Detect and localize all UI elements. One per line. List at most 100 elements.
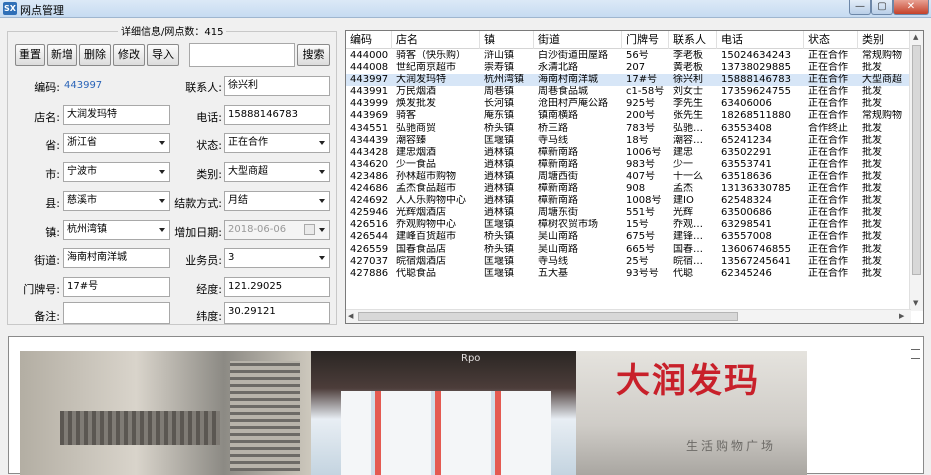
table-cell: 1006号: [626, 146, 662, 158]
table-cell: 正在合作: [808, 50, 848, 61]
table-cell: 骑客（快乐购）: [396, 50, 466, 61]
remark-input[interactable]: [63, 302, 170, 324]
search-button[interactable]: 搜索: [297, 44, 330, 66]
table-cell: 潮容臻: [396, 134, 426, 146]
column-header[interactable]: 状态: [804, 31, 858, 49]
table-cell: 正在合作: [808, 74, 848, 86]
table-cell: 皖宿…: [673, 255, 703, 267]
scroll-down-icon[interactable]: ▼: [913, 299, 918, 307]
door-input[interactable]: 17#号: [63, 277, 170, 297]
table-cell: 200号: [626, 110, 656, 122]
column-header[interactable]: 店名: [392, 31, 480, 49]
county-select[interactable]: 慈溪市: [63, 191, 170, 211]
city-select[interactable]: 宁波市: [63, 162, 170, 182]
name-input[interactable]: 大润发玛特: [63, 105, 170, 125]
table-cell: 樟新南路: [538, 158, 578, 170]
table-row[interactable]: 444008 世纪南京超市 崇寿镇 永清北路 207 黄老板 13738029885 正在合作…: [346, 62, 911, 74]
table-cell: 63553408: [721, 122, 772, 134]
reset-button[interactable]: 重置: [15, 44, 45, 66]
maximize-button[interactable]: ▢: [871, 0, 893, 15]
scroll-left-icon[interactable]: ◀: [348, 312, 353, 320]
table-row[interactable]: 427886 代聪食品 匡堰镇 五大基 93号号 代聪 62345246 正在合作 批发: [346, 268, 911, 280]
close-button[interactable]: ✕: [893, 0, 929, 15]
column-header[interactable]: 门牌号: [622, 31, 669, 49]
table-cell: 443428: [350, 146, 389, 158]
column-header[interactable]: 联系人: [669, 31, 717, 49]
table-cell: 国春…: [673, 243, 703, 255]
table-cell: 443991: [350, 86, 389, 98]
table-cell: 弘驰…: [673, 122, 703, 134]
table-row[interactable]: 434551 弘驰商贸 桥头镇 桥三路 783号 弘驰… 63553408 合作终止 批发: [346, 123, 911, 135]
table-cell: 黄老板: [673, 62, 703, 74]
table-cell: 大润发玛特: [396, 74, 446, 86]
shop-table[interactable]: 编码 店名镇街道 门牌号 联系人 电话 状态 类别 444000 骑客（快乐购） 浒山镇 白沙街道…: [345, 30, 924, 324]
scroll-up-icon[interactable]: ▲: [913, 33, 918, 41]
column-header[interactable]: 街道: [534, 31, 622, 49]
table-row[interactable]: 443969 骑客 庵东镇 镇南横路 200号 张先生 18268511880 正在合作 常规购…: [346, 110, 911, 122]
vertical-scrollbar[interactable]: ▲ ▼: [909, 31, 923, 311]
table-cell: 908: [626, 183, 646, 195]
code-label: 编码:: [34, 81, 60, 94]
table-row[interactable]: 426544 建峰百货超市 桥头镇 吴山南路 675号 建锋… 63557008 正在合作 批发: [346, 231, 911, 243]
table-row[interactable]: 423486 孙林超市购物 逍林镇 周塘西街 407号 十一么 63518636 正在合作 批发: [346, 171, 911, 183]
column-header[interactable]: 电话: [717, 31, 804, 49]
table-cell: 18268511880: [721, 110, 791, 122]
table-row[interactable]: 434439 潮容臻 匡堰镇 寺马线 18号 潮容… 65241234 正在合作 批发: [346, 135, 911, 147]
table-row[interactable]: 434620 少一食品 逍林镇 樟新南路 983号 少一 63553741 正在合作 批发: [346, 159, 911, 171]
category-select[interactable]: 大型商超: [224, 162, 330, 182]
table-cell: 樟新南路: [538, 195, 578, 207]
table-cell: 17#号: [626, 74, 658, 86]
table-row[interactable]: 426516 乔观购物中心 匡堰镇 樟树农贸市场 15号 乔观… 63298541 正在合作批…: [346, 219, 911, 231]
chevron-down-icon: [159, 141, 165, 145]
table-row[interactable]: 443428 建忠烟酒 逍林镇 樟新南路 1006号 建忠 63502291 正在合作 批发: [346, 147, 911, 159]
city-value: 宁波市: [67, 166, 97, 177]
menu-icon[interactable]: [911, 349, 920, 359]
salesman-label: 业务员:: [185, 254, 222, 267]
table-row[interactable]: 424686 孟杰食品超市 逍林镇 樟新南路 908 孟杰 13136330785 正在合作批…: [346, 183, 911, 195]
scroll-right-icon[interactable]: ▶: [899, 312, 904, 320]
table-row[interactable]: 443991 万民烟酒 周巷镇 周巷食品城 c1-58号 刘女士 17359624755 正在…: [346, 86, 911, 98]
street-input[interactable]: 海南村南洋城: [63, 248, 170, 268]
town-select[interactable]: 杭州湾镇: [63, 220, 170, 240]
minimize-button[interactable]: —: [849, 0, 871, 15]
horizontal-scrollbar[interactable]: ◀ ▶: [346, 309, 911, 323]
table-cell: 周塘西街: [538, 170, 578, 182]
lat-label: 纬度:: [196, 310, 222, 323]
table-cell: 443969: [350, 110, 389, 122]
table-cell: 正在合作: [808, 146, 848, 158]
table-row[interactable]: 443999 焕发批发 长河镇 沧田村芦庵公路 925号 李先生 63406006 正在合作批…: [346, 98, 911, 110]
table-cell: 正在合作: [808, 207, 848, 219]
table-row[interactable]: 424692 人人乐购物中心 逍林镇 樟新南路 1008号 建IO 62548324 正在合作…: [346, 195, 911, 207]
province-select[interactable]: 浙江省: [63, 133, 170, 153]
phone-label: 电话:: [196, 111, 222, 124]
chevron-down-icon: [319, 170, 325, 174]
table-row[interactable]: 426559 国春食品店 桥头镇 吴山南路 665号 国春… 13606746855 正在合作…: [346, 244, 911, 256]
table-cell: 正在合作: [808, 219, 848, 231]
lng-input[interactable]: 121.29025: [224, 277, 330, 297]
phone-input[interactable]: 15888146783: [224, 105, 330, 125]
table-row[interactable]: 425946 光辉烟酒店 逍林镇 周塘东街 551号 光辉 63500686 正在合作 批发: [346, 207, 911, 219]
vertical-scroll-thumb[interactable]: [912, 45, 921, 275]
salesman-select[interactable]: 3: [224, 248, 330, 268]
table-row[interactable]: 443997 大润发玛特 杭州湾镇 海南村南洋城 17#号 徐兴利 15888146783 正…: [346, 74, 911, 87]
table-cell: 代聪食品: [396, 267, 436, 279]
table-row[interactable]: 427037 皖宿烟酒店 匡堰镇 寺马线 25号 皖宿… 13567245641 正在合作 批发: [346, 256, 911, 268]
table-cell: 15888146783: [721, 74, 791, 86]
table-cell: 逍林镇: [484, 158, 514, 170]
column-header[interactable]: 镇: [480, 31, 534, 49]
lat-input[interactable]: 30.29121: [224, 302, 330, 324]
import-button[interactable]: 导入: [147, 44, 179, 66]
status-select[interactable]: 正在合作: [224, 133, 330, 153]
delete-button[interactable]: 删除: [79, 44, 111, 66]
horizontal-scroll-thumb[interactable]: [358, 312, 738, 321]
table-body[interactable]: 444000 骑客（快乐购） 浒山镇 白沙街道田屋路 56号 李老板 15024634243…: [346, 50, 911, 280]
table-row[interactable]: 444000 骑客（快乐购） 浒山镇 白沙街道田屋路 56号 李老板 15024634243…: [346, 50, 911, 62]
modify-button[interactable]: 修改: [113, 44, 145, 66]
table-cell: 十一么: [673, 170, 703, 182]
settle-select[interactable]: 月结: [224, 191, 330, 211]
column-header[interactable]: 编码: [346, 31, 392, 49]
search-input[interactable]: [189, 43, 295, 67]
contact-input[interactable]: 徐兴利: [224, 76, 330, 96]
add-button[interactable]: 新增: [47, 44, 77, 66]
table-cell: 李先生: [673, 98, 703, 110]
